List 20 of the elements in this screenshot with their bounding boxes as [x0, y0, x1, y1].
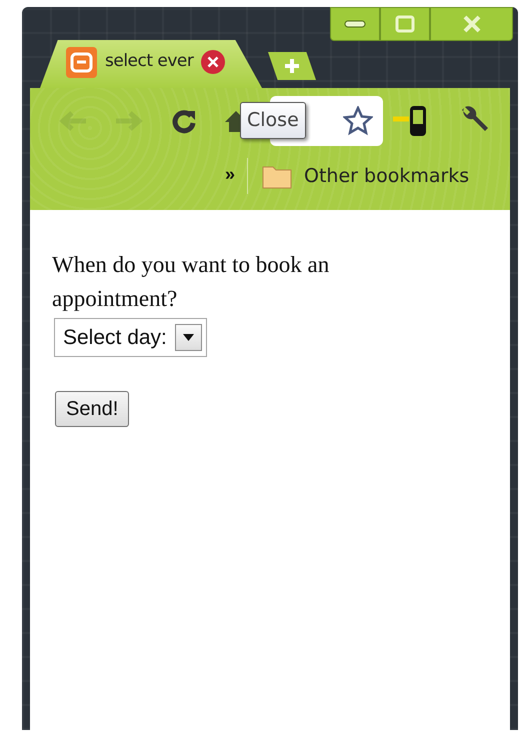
maximize-button[interactable]: [380, 7, 430, 41]
close-icon: [462, 15, 482, 33]
question-text: When do you want to book an appointment?: [52, 251, 330, 313]
minimize-icon: [344, 19, 366, 29]
maximize-icon: [395, 15, 415, 33]
minimize-button[interactable]: [330, 7, 380, 41]
tooltip: Close: [240, 102, 306, 138]
close-tab-icon[interactable]: [201, 50, 226, 74]
bookmark-star-icon[interactable]: [343, 106, 373, 136]
site-icon: [66, 46, 97, 78]
bookmark-folder[interactable]: Other bookmarks: [262, 162, 470, 190]
reload-button[interactable]: [170, 108, 198, 134]
send-button[interactable]: Send!: [55, 391, 130, 427]
tab-title: select ever: [105, 50, 194, 74]
close-button[interactable]: [430, 7, 513, 41]
bookmarks-overflow-button[interactable]: »: [225, 160, 248, 192]
plus-icon: [283, 57, 301, 75]
day-select[interactable]: Select day:: [54, 318, 207, 357]
tab[interactable]: select ever: [40, 40, 262, 88]
dropdown-arrow-icon: [182, 334, 194, 341]
